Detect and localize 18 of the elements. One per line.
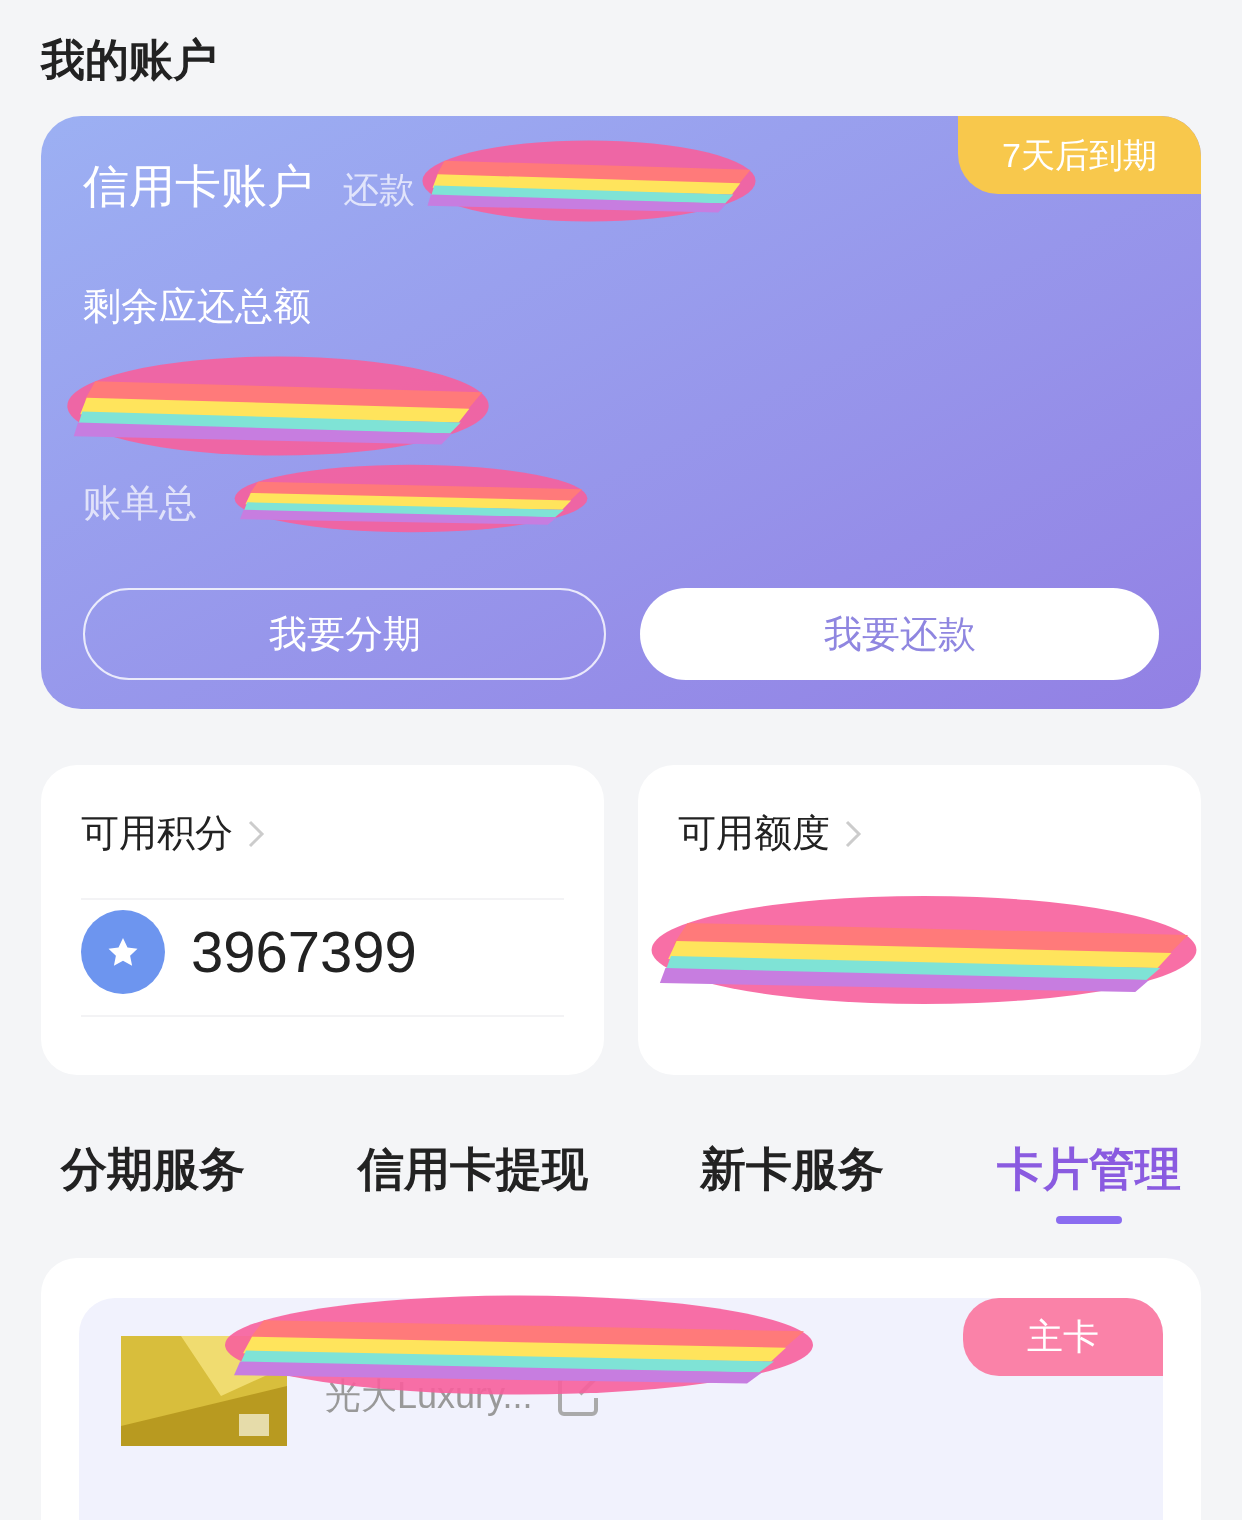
page-title: 我的账户: [41, 34, 218, 86]
service-tab[interactable]: 卡片管理: [996, 1135, 1181, 1224]
points-value: 3967399: [191, 918, 417, 986]
bill-label: 账单总: [83, 481, 197, 526]
service-tab[interactable]: 分期服务: [61, 1135, 245, 1224]
remaining-label: 剩余应还总额: [83, 284, 312, 329]
card-badge: 主卡: [963, 1298, 1163, 1376]
points-title: 可用积分: [81, 811, 233, 856]
expiry-badge: 7天后到期: [958, 116, 1201, 194]
service-tab[interactable]: 新卡服务: [700, 1135, 885, 1224]
service-tab[interactable]: 信用卡提现: [357, 1135, 588, 1224]
card-title: 信用卡账户: [83, 159, 313, 214]
repay-button[interactable]: 我要还款: [640, 588, 1159, 680]
due-label: 还款: [343, 168, 415, 212]
credit-title: 可用额度: [678, 811, 830, 856]
chevron-right-icon: [247, 818, 265, 849]
installment-button[interactable]: 我要分期: [83, 588, 606, 680]
chevron-right-icon: [844, 818, 862, 849]
